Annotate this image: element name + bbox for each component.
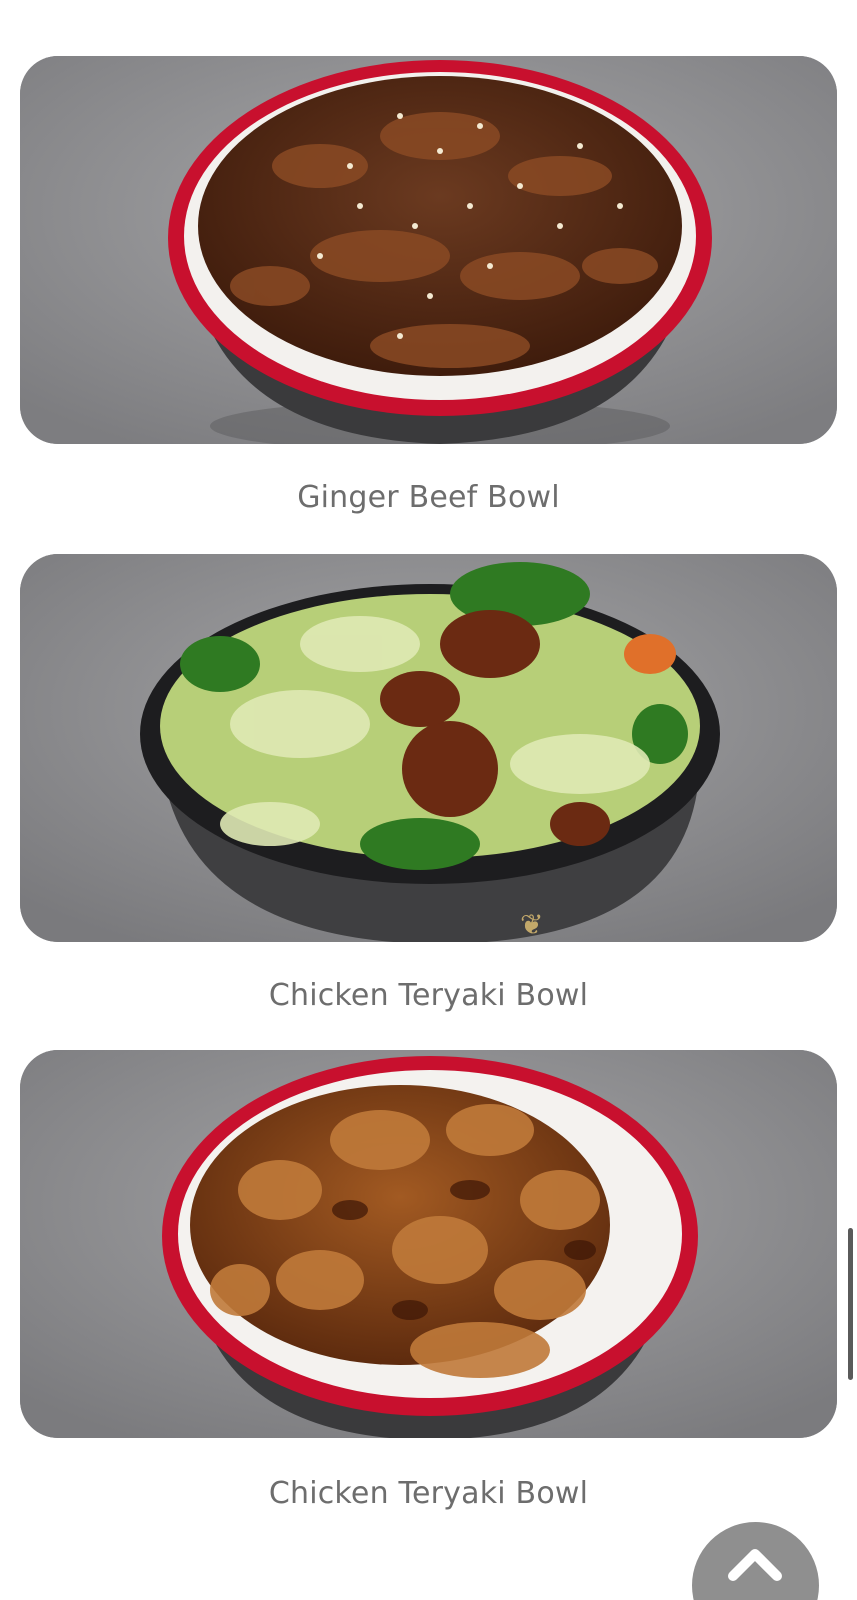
menu-page: Ginger Beef Bowl ❦ Chicken Teryaki Bowl … (0, 0, 857, 1600)
chicken-teriyaki-bowl-image[interactable] (20, 1050, 837, 1438)
back-to-top-button[interactable] (692, 1522, 819, 1600)
item-caption-ginger-beef[interactable]: Ginger Beef Bowl (0, 480, 857, 515)
veggie-bowl-photo-icon: ❦ (20, 554, 837, 942)
scrollbar-thumb[interactable] (848, 1228, 853, 1380)
item-caption-chicken-teriyaki-1[interactable]: Chicken Teryaki Bowl (0, 978, 857, 1013)
item-caption-chicken-teriyaki-2[interactable]: Chicken Teryaki Bowl (0, 1476, 857, 1511)
chicken-bowl-photo-icon (20, 1050, 837, 1438)
ginger-beef-bowl-image[interactable] (20, 56, 837, 444)
chevron-up-icon (728, 1549, 782, 1581)
svg-text:❦: ❦ (520, 908, 543, 941)
beef-bowl-photo-icon (20, 56, 837, 444)
chicken-teriyaki-veggie-bowl-image[interactable]: ❦ (20, 554, 837, 942)
